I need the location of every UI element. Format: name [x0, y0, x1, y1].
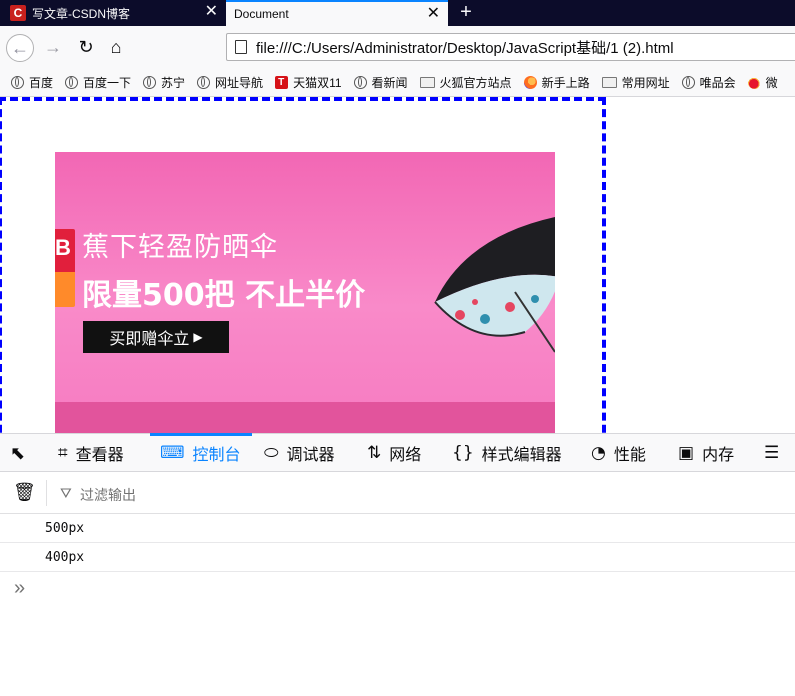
storage-icon: ☰: [764, 442, 780, 463]
firefox-icon: [523, 75, 537, 89]
bookmark-item[interactable]: 微: [747, 74, 778, 91]
clear-console-icon[interactable]: 🗑: [13, 482, 36, 504]
filter-icon: ⛛: [60, 485, 72, 501]
bookmark-label: 微: [765, 75, 778, 90]
tab-title: 写文章-CSDN博客: [32, 6, 130, 21]
umbrella-icon: [434, 217, 555, 353]
bookmark-label: 百度一下: [83, 75, 132, 90]
element-picker-icon[interactable]: ⬉: [10, 443, 30, 463]
url-text[interactable]: file:///C:/Users/Administrator/Desktop/J…: [256, 37, 674, 58]
bookmark-item[interactable]: 苏宁: [143, 74, 185, 91]
tab-strip: C 写文章-CSDN博客 ✕ Document ✕ +: [0, 0, 795, 26]
bookmarks-toolbar: 百度 百度一下 苏宁 网址导航 天猫双11 看新闻 火狐官方站点 新手上路 常用…: [0, 68, 795, 97]
console-message-text: 500px: [45, 521, 85, 536]
console-message-text: 400px: [45, 550, 85, 565]
weibo-icon: [747, 75, 761, 89]
tool-label: 调试器: [286, 446, 335, 464]
tmall-icon: [275, 75, 289, 89]
page-content: B 蕉下轻盈防晒伞 限量500把 不止半价 买即赠伞立 ▶: [0, 97, 795, 433]
brand-logo: B: [55, 229, 75, 307]
page-icon: [235, 40, 247, 54]
console-message: 500px: [0, 514, 795, 543]
filter-output-input[interactable]: 过滤输出: [80, 485, 136, 505]
tool-label: 样式编辑器: [481, 446, 562, 464]
globe-icon: [197, 75, 211, 89]
csdn-favicon-icon: C: [10, 5, 26, 21]
globe-icon: [11, 75, 24, 89]
bookmark-item[interactable]: 新手上路: [523, 74, 590, 91]
inspector-icon: ⌗: [58, 442, 68, 463]
console-message: 400px: [0, 543, 795, 572]
tab-network[interactable]: ⇅ 网络: [367, 434, 421, 471]
banner-bottom-band: [55, 402, 555, 433]
tab-inspector[interactable]: ⌗ 查看器: [58, 434, 124, 471]
banner-cta-button[interactable]: 买即赠伞立 ▶: [83, 321, 229, 353]
tool-label: 查看器: [75, 446, 124, 464]
tab-memory[interactable]: ▣ 内存: [678, 434, 734, 471]
divider: [46, 480, 47, 506]
bookmark-item[interactable]: 百度: [11, 74, 53, 91]
bookmark-item[interactable]: 天猫双11: [275, 74, 342, 91]
bookmark-label: 苏宁: [161, 75, 186, 90]
performance-icon: ◔: [591, 442, 606, 463]
bookmark-folder[interactable]: 常用网址: [601, 74, 670, 91]
bookmark-label: 唯品会: [699, 75, 736, 90]
network-icon: ⇅: [367, 442, 382, 463]
home-button[interactable]: ⌂: [103, 34, 129, 60]
folder-icon: [419, 76, 435, 88]
globe-icon: [143, 75, 157, 89]
banner-headline: 蕉下轻盈防晒伞: [82, 232, 278, 263]
tab-debugger[interactable]: ⬭ 调试器: [264, 434, 335, 471]
globe-icon: [681, 75, 695, 89]
devtools-toolbar: ⬉ ⌗ 查看器 ⌨ 控制台 ⬭ 调试器 ⇅ 网络 {} 样式编辑器 ◔ 性能 ▣ 内存 ☰: [0, 433, 795, 472]
ad-banner-image[interactable]: B 蕉下轻盈防晒伞 限量500把 不止半价 买即赠伞立 ▶: [55, 152, 555, 433]
tool-label: 内存: [702, 446, 735, 464]
url-bar[interactable]: file:///C:/Users/Administrator/Desktop/J…: [226, 33, 795, 61]
tool-label: 性能: [613, 446, 646, 464]
back-button[interactable]: ←: [6, 34, 34, 62]
memory-icon: ▣: [678, 442, 695, 463]
bookmark-label: 看新闻: [371, 75, 408, 90]
globe-icon: [65, 75, 79, 89]
bookmark-label: 火狐官方站点: [439, 75, 512, 90]
tool-label: 网络: [389, 446, 422, 464]
tab-console[interactable]: ⌨ 控制台: [150, 433, 252, 471]
close-tab-icon[interactable]: ✕: [205, 4, 218, 20]
bookmark-item[interactable]: 唯品会: [681, 74, 736, 91]
bookmark-label: 网址导航: [215, 75, 264, 90]
tab-title: Document: [234, 7, 289, 21]
bookmark-item[interactable]: 网址导航: [197, 74, 263, 91]
bookmark-label: 百度: [29, 75, 54, 90]
bookmark-label: 常用网址: [621, 75, 670, 90]
reload-button[interactable]: ↻: [73, 34, 99, 60]
bookmark-item[interactable]: 看新闻: [353, 74, 408, 91]
console-icon: ⌨: [160, 442, 185, 463]
bookmark-label: 新手上路: [541, 75, 590, 90]
banner-subheadline: 限量500把 不止半价: [82, 278, 366, 313]
bookmark-item[interactable]: 百度一下: [65, 74, 131, 91]
tab-performance[interactable]: ◔ 性能: [591, 434, 646, 471]
tab-storage[interactable]: ☰: [764, 434, 787, 471]
bookmark-label: 天猫双11: [293, 75, 342, 90]
play-arrow-icon: ▶: [193, 330, 203, 344]
bookmark-folder[interactable]: 火狐官方站点: [419, 74, 512, 91]
tool-label: 控制台: [192, 446, 241, 464]
new-tab-button[interactable]: +: [455, 0, 477, 24]
console-input-prompt-icon[interactable]: »: [14, 578, 25, 598]
folder-icon: [601, 76, 617, 88]
navigation-bar: ← → ↻ ⌂ file:///C:/Users/Administrator/D…: [0, 26, 795, 68]
tab-document[interactable]: Document ✕: [226, 0, 448, 26]
forward-button[interactable]: →: [40, 34, 66, 60]
banner-cta-label: 买即赠伞立: [109, 331, 190, 348]
console-filter-bar: 🗑 ⛛ 过滤输出: [0, 472, 795, 514]
debugger-icon: ⬭: [264, 442, 279, 463]
globe-icon: [353, 75, 367, 89]
tab-csdn[interactable]: C 写文章-CSDN博客 ✕: [0, 0, 226, 26]
style-editor-icon: {}: [452, 442, 474, 463]
tab-style-editor[interactable]: {} 样式编辑器: [452, 434, 562, 471]
close-tab-icon[interactable]: ✕: [427, 6, 440, 22]
